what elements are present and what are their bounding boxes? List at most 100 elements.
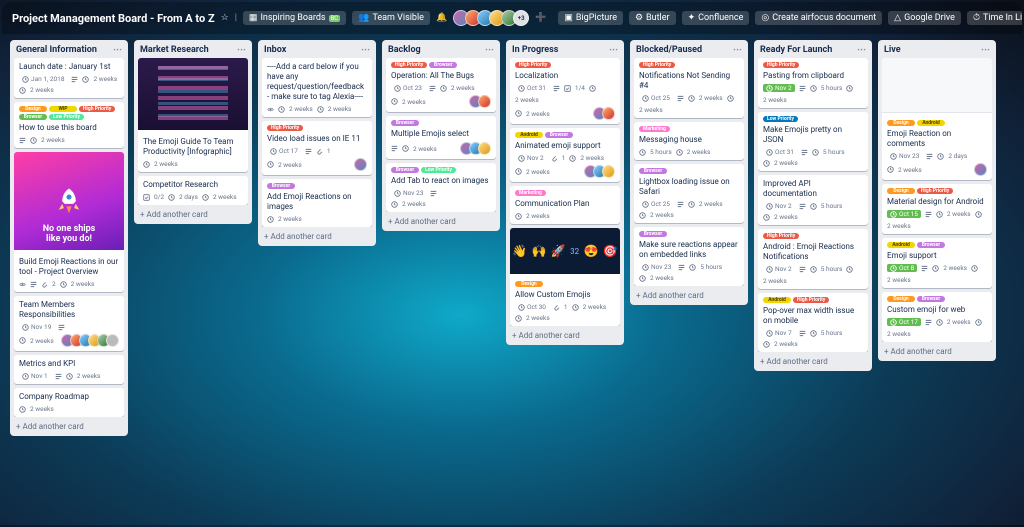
label-high-priority[interactable]: High Priority — [639, 62, 675, 68]
label-android[interactable]: Android — [763, 297, 791, 303]
card[interactable]: High Priority Localization Oct 311/42 we… — [510, 58, 620, 124]
add-card-button[interactable]: + Add another card — [878, 342, 996, 361]
powerup-bigpicture[interactable]: ▣BigPicture — [558, 11, 623, 25]
list-header[interactable]: Market Research ⋯ — [134, 40, 252, 58]
label-high-priority[interactable]: High Priority — [917, 188, 953, 194]
card[interactable]: AndroidHigh Priority Pop-over max width … — [758, 293, 868, 352]
label-browser[interactable]: Browser — [267, 183, 295, 189]
visibility-button[interactable]: 👥 Team Visible — [352, 11, 430, 25]
add-card-button[interactable]: + Add another card — [506, 326, 624, 345]
board-title[interactable]: Project Management Board - From A to Z — [12, 12, 215, 25]
list-header[interactable]: Backlog ⋯ — [382, 40, 500, 58]
add-card-button[interactable]: + Add another card — [258, 227, 376, 246]
avatar-overflow[interactable]: +3 — [513, 10, 529, 26]
label-browser[interactable]: Browser — [429, 62, 457, 68]
powerup-airfocus[interactable]: ◎Create airfocus document — [755, 11, 882, 25]
card-members[interactable] — [469, 95, 491, 108]
list-title[interactable]: Backlog — [388, 45, 421, 55]
card[interactable]: Team Members Responsibilities Nov 19 2 w… — [14, 296, 124, 351]
card-members[interactable] — [460, 142, 491, 155]
list-title[interactable]: General Information — [16, 45, 97, 55]
card[interactable]: Metrics and KPI Nov 12 weeks — [14, 355, 124, 384]
card[interactable]: Company Roadmap 2 weeks — [14, 388, 124, 417]
add-card-button[interactable]: + Add another card — [134, 205, 252, 224]
card[interactable]: 👋🙌🚀32😍🎯 Design Allow Custom Emojis Oct 3… — [510, 228, 620, 326]
card[interactable]: ----Add a card below if you have any req… — [262, 58, 372, 117]
label-high-priority[interactable]: High Priority — [267, 125, 303, 131]
list-header[interactable]: General Information ⋯ — [10, 40, 128, 58]
add-card-button[interactable]: + Add another card — [630, 286, 748, 305]
label-browser[interactable]: Browser — [391, 120, 419, 126]
card[interactable]: Marketing Communication Plan 2 weeks — [510, 186, 620, 224]
list-menu-icon[interactable]: ⋯ — [609, 45, 618, 55]
card[interactable]: Low Priority Make Emojis pretty on JSON … — [758, 112, 868, 171]
label-high-priority[interactable]: High Priority — [79, 106, 115, 112]
card[interactable]: DesignAndroid Emoji Reaction on comments… — [882, 58, 992, 180]
label-design[interactable]: Design — [19, 106, 47, 112]
card[interactable]: BrowserLow Priority Add Tab to react on … — [386, 163, 496, 212]
card-members[interactable] — [61, 334, 119, 347]
label-android[interactable]: Android — [917, 120, 945, 126]
card[interactable]: Browser Make sure reactions appear on em… — [634, 227, 744, 286]
label-browser[interactable]: Browser — [917, 242, 945, 248]
list-menu-icon[interactable]: ⋯ — [113, 45, 122, 55]
card[interactable]: Browser Lightbox loading issue on Safari… — [634, 164, 744, 223]
card[interactable]: DesignBrowser Custom emoji for web Oct 1… — [882, 292, 992, 342]
card[interactable]: No one shipslike you do! Build Emoji Rea… — [14, 152, 124, 292]
powerup-confluence[interactable]: ✦Confluence — [682, 11, 750, 25]
label-browser[interactable]: Browser — [391, 167, 419, 173]
label-wip[interactable]: WIP — [49, 106, 77, 112]
card[interactable]: High Priority Video load issues on IE 11… — [262, 121, 372, 175]
label-low-priority[interactable]: Low Priority — [421, 167, 456, 173]
powerup-gdrive[interactable]: △Google Drive — [888, 11, 961, 25]
list-title[interactable]: Inbox — [264, 45, 286, 55]
list-header[interactable]: Ready For Launch⋯ — [754, 40, 872, 58]
card[interactable]: Browser Multiple Emojis select 2 weeks — [386, 116, 496, 159]
label-android[interactable]: Android — [887, 242, 915, 248]
card-members[interactable] — [593, 107, 615, 120]
list-header[interactable]: In Progress ⋯ — [506, 40, 624, 58]
label-browser[interactable]: Browser — [19, 114, 47, 120]
card[interactable]: The Emoji Guide To Team Productivity [In… — [138, 58, 248, 172]
add-card-button[interactable]: + Add another card — [754, 352, 872, 371]
workspace-button[interactable]: ▦ Inspiring Boards BC — [243, 11, 346, 25]
card[interactable]: Design WIP High Priority Browser Low Pri… — [14, 102, 124, 148]
invite-icon[interactable]: ➕ — [535, 12, 546, 24]
powerup-butler[interactable]: ⚙Butler — [629, 11, 676, 25]
label-design[interactable]: Design — [887, 188, 915, 194]
card[interactable]: DesignHigh Priority Material design for … — [882, 184, 992, 234]
card[interactable]: Browser Add Emoji Reactions on images 2 … — [262, 179, 372, 227]
card[interactable]: High Priority Pasting from clipboard Nov… — [758, 58, 868, 108]
card-members[interactable] — [974, 163, 987, 176]
card[interactable]: Improved API documentation Nov 25 hours … — [758, 175, 868, 225]
label-low-priority[interactable]: Low Priority — [49, 114, 84, 120]
label-low-priority[interactable]: Low Priority — [763, 116, 798, 122]
label-browser[interactable]: Browser — [917, 296, 945, 302]
list-title[interactable]: Blocked/Paused — [636, 45, 702, 55]
label-high-priority[interactable]: High Priority — [793, 297, 829, 303]
add-card-button[interactable]: + Add another card — [10, 417, 128, 436]
card[interactable]: High PriorityBrowser Operation: All The … — [386, 58, 496, 112]
label-high-priority[interactable]: High Priority — [391, 62, 427, 68]
list-menu-icon[interactable]: ⋯ — [981, 45, 990, 55]
label-design[interactable]: Design — [515, 281, 543, 287]
card[interactable]: Competitor Research 0/22 days2 weeks — [138, 176, 248, 205]
card[interactable]: AndroidBrowser Emoji support Oct 82 week… — [882, 238, 992, 288]
label-marketing[interactable]: Marketing — [515, 190, 546, 196]
list-title[interactable]: Market Research — [140, 45, 209, 55]
list-header[interactable]: Live⋯ — [878, 40, 996, 58]
card[interactable]: High Priority Notifications Not Sending … — [634, 58, 744, 118]
list-header[interactable]: Blocked/Paused⋯ — [630, 40, 748, 58]
list-title[interactable]: Ready For Launch — [760, 45, 832, 55]
card[interactable]: Marketing Messaging house 5 hours2 weeks — [634, 122, 744, 160]
label-android[interactable]: Android — [515, 132, 543, 138]
label-browser[interactable]: Browser — [639, 231, 667, 237]
board-canvas[interactable]: General Information⋯ Launch date : Janua… — [2, 34, 1022, 523]
list-menu-icon[interactable]: ⋯ — [237, 45, 246, 55]
powerup-timeinlist[interactable]: ⏱Time In List — [967, 11, 1022, 25]
list-title[interactable]: In Progress — [512, 45, 558, 55]
list-menu-icon[interactable]: ⋯ — [485, 45, 494, 55]
add-card-button[interactable]: + Add another card — [382, 212, 500, 231]
label-browser[interactable]: Browser — [639, 168, 667, 174]
card-members[interactable] — [584, 165, 615, 178]
